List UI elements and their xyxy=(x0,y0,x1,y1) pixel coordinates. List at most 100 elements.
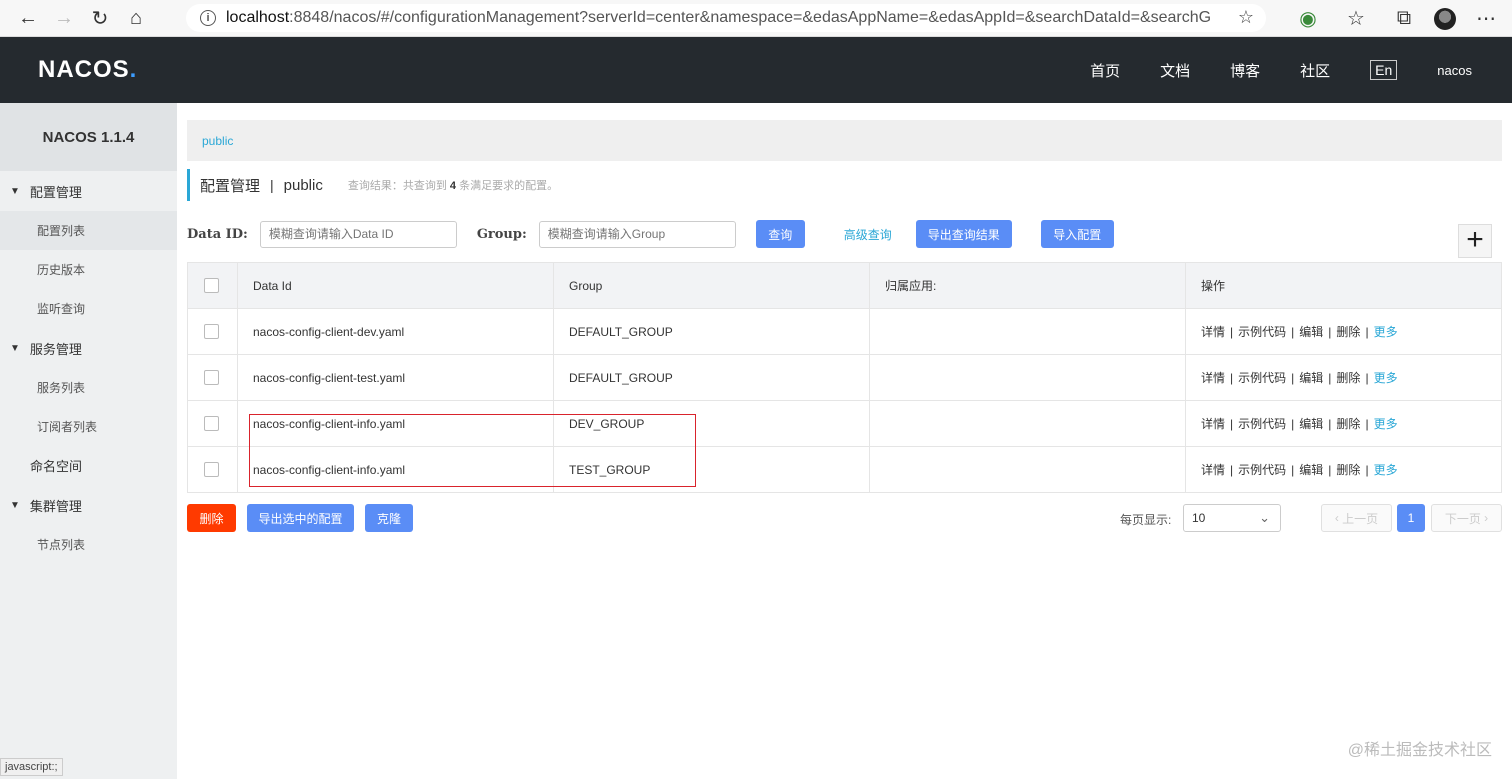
cell-dataid: nacos-config-client-dev.yaml xyxy=(237,308,554,355)
op-link-4[interactable]: 更多 xyxy=(1374,417,1398,431)
op-separator: | xyxy=(1230,417,1234,431)
select-all-checkbox[interactable] xyxy=(204,278,219,293)
nav-home[interactable]: 首页 xyxy=(1090,60,1120,81)
more-menu-icon[interactable]: ⋯ xyxy=(1468,1,1504,37)
chevron-down-icon: ⌄ xyxy=(1259,510,1270,525)
profile-avatar[interactable] xyxy=(1434,7,1456,30)
watermark: @稀土掘金技术社区 xyxy=(1347,742,1492,759)
info-icon[interactable]: i xyxy=(200,10,216,26)
delete-button[interactable]: 删除 xyxy=(187,504,236,532)
nav-blog[interactable]: 博客 xyxy=(1230,60,1260,81)
cell-app xyxy=(869,446,1186,493)
op-separator: | xyxy=(1328,417,1332,431)
sidebar-item-namespace[interactable]: 命名空间 xyxy=(0,446,177,485)
row-checkbox[interactable] xyxy=(204,416,219,431)
row-checkbox[interactable] xyxy=(204,324,219,339)
op-link-1[interactable]: 示例代码 xyxy=(1238,463,1286,477)
browser-toolbar: ← → ↻ ⌂ i localhost:8848/nacos/#/configu… xyxy=(0,0,1512,37)
op-separator: | xyxy=(1365,417,1369,431)
refresh-icon[interactable]: ↻ xyxy=(82,0,118,36)
cell-ops: 详情 | 示例代码 | 编辑 | 删除 | 更多 xyxy=(1185,308,1502,355)
export-query-button[interactable]: 导出查询结果 xyxy=(915,220,1012,248)
back-icon[interactable]: ← xyxy=(10,0,46,36)
search-form: Data ID: Group: 查询 高级查询 导出查询结果 导入配置 xyxy=(187,220,1114,248)
clone-button[interactable]: 克隆 xyxy=(365,504,413,532)
favorites-icon[interactable]: ☆ xyxy=(1338,1,1374,37)
query-button[interactable]: 查询 xyxy=(755,220,805,248)
sidebar-item-config-list[interactable]: 配置列表 xyxy=(0,211,177,250)
nav-docs[interactable]: 文档 xyxy=(1160,60,1190,81)
row-checkbox[interactable] xyxy=(204,370,219,385)
op-separator: | xyxy=(1291,463,1295,477)
op-link-2[interactable]: 编辑 xyxy=(1299,463,1323,477)
add-config-button[interactable]: + xyxy=(1458,224,1492,258)
triangle-down-icon: ▼ xyxy=(10,185,20,197)
next-page-button[interactable]: 下一页 › xyxy=(1431,504,1502,532)
triangle-down-icon: ▼ xyxy=(10,342,20,354)
op-link-0[interactable]: 详情 xyxy=(1201,463,1225,477)
op-link-4[interactable]: 更多 xyxy=(1374,463,1398,477)
page-size-select[interactable]: 10 ⌄ xyxy=(1183,504,1281,532)
op-separator: | xyxy=(1365,371,1369,385)
table-header-row: Data Id Group 归属应用: 操作 xyxy=(187,262,1502,309)
forward-icon[interactable]: → xyxy=(46,0,82,36)
group-input[interactable] xyxy=(538,220,736,248)
browser-actions: ◉ ☆ ⧉ ⋯ xyxy=(1290,0,1504,37)
row-checkbox[interactable] xyxy=(204,462,219,477)
cell-group: DEFAULT_GROUP xyxy=(553,354,870,401)
op-link-4[interactable]: 更多 xyxy=(1374,325,1398,339)
language-toggle[interactable]: En xyxy=(1370,60,1398,80)
cell-dataid: nacos-config-client-test.yaml xyxy=(237,354,554,401)
op-link-2[interactable]: 编辑 xyxy=(1299,325,1323,339)
nacos-logo[interactable]: NACOS. xyxy=(38,56,137,84)
home-icon[interactable]: ⌂ xyxy=(118,0,154,36)
op-link-1[interactable]: 示例代码 xyxy=(1238,325,1286,339)
namespace-breadcrumb: public xyxy=(187,120,1502,161)
user-menu[interactable]: nacos xyxy=(1437,63,1472,78)
namespace-link-public[interactable]: public xyxy=(202,134,233,148)
dataid-input[interactable] xyxy=(259,220,457,248)
sidebar-group-service[interactable]: ▼ 服务管理 xyxy=(0,328,177,368)
op-link-4[interactable]: 更多 xyxy=(1374,371,1398,385)
op-separator: | xyxy=(1328,371,1332,385)
op-link-1[interactable]: 示例代码 xyxy=(1238,371,1286,385)
sidebar-item-nodes[interactable]: 节点列表 xyxy=(0,525,177,564)
nav-community[interactable]: 社区 xyxy=(1300,60,1330,81)
address-bar[interactable]: i localhost:8848/nacos/#/configurationMa… xyxy=(186,4,1266,32)
op-link-2[interactable]: 编辑 xyxy=(1299,371,1323,385)
sidebar-item-listener[interactable]: 监听查询 xyxy=(0,289,177,328)
op-link-0[interactable]: 详情 xyxy=(1201,417,1225,431)
cell-app xyxy=(869,354,1186,401)
collections-icon[interactable]: ⧉ xyxy=(1386,1,1422,37)
op-separator: | xyxy=(1291,325,1295,339)
page-size-label: 每页显示: xyxy=(1120,513,1172,527)
chevron-left-icon: ‹ xyxy=(1334,511,1343,525)
op-separator: | xyxy=(1328,463,1332,477)
sidebar-item-subscribers[interactable]: 订阅者列表 xyxy=(0,407,177,446)
status-bar-url: javascript:; xyxy=(0,758,63,776)
extension-icon[interactable]: ◉ xyxy=(1290,1,1326,37)
op-link-1[interactable]: 示例代码 xyxy=(1238,417,1286,431)
export-selected-button[interactable]: 导出选中的配置 xyxy=(247,504,354,532)
prev-page-button[interactable]: ‹ 上一页 xyxy=(1321,504,1392,532)
sidebar-item-service-list[interactable]: 服务列表 xyxy=(0,368,177,407)
sidebar-item-history[interactable]: 历史版本 xyxy=(0,250,177,289)
op-link-3[interactable]: 删除 xyxy=(1336,463,1360,477)
sidebar-group-config[interactable]: ▼ 配置管理 xyxy=(0,171,177,211)
favorite-star-icon[interactable]: ☆ xyxy=(1238,7,1254,28)
op-link-3[interactable]: 删除 xyxy=(1336,417,1360,431)
op-link-2[interactable]: 编辑 xyxy=(1299,417,1323,431)
op-link-0[interactable]: 详情 xyxy=(1201,325,1225,339)
advanced-query-link[interactable]: 高级查询 xyxy=(844,226,892,243)
url-host: localhost xyxy=(226,9,290,26)
op-link-0[interactable]: 详情 xyxy=(1201,371,1225,385)
sidebar: NACOS 1.1.4 ▼ 配置管理 配置列表 历史版本 监听查询 ▼ 服务管理 服… xyxy=(0,103,177,779)
op-link-3[interactable]: 删除 xyxy=(1336,371,1360,385)
page-1-button[interactable]: 1 xyxy=(1397,504,1425,532)
table-row: nacos-config-client-dev.yaml DEFAULT_GRO… xyxy=(187,308,1502,355)
op-link-3[interactable]: 删除 xyxy=(1336,325,1360,339)
op-separator: | xyxy=(1365,325,1369,339)
import-config-button[interactable]: 导入配置 xyxy=(1040,220,1114,248)
op-separator: | xyxy=(1291,417,1295,431)
sidebar-group-cluster[interactable]: ▼ 集群管理 xyxy=(0,485,177,525)
